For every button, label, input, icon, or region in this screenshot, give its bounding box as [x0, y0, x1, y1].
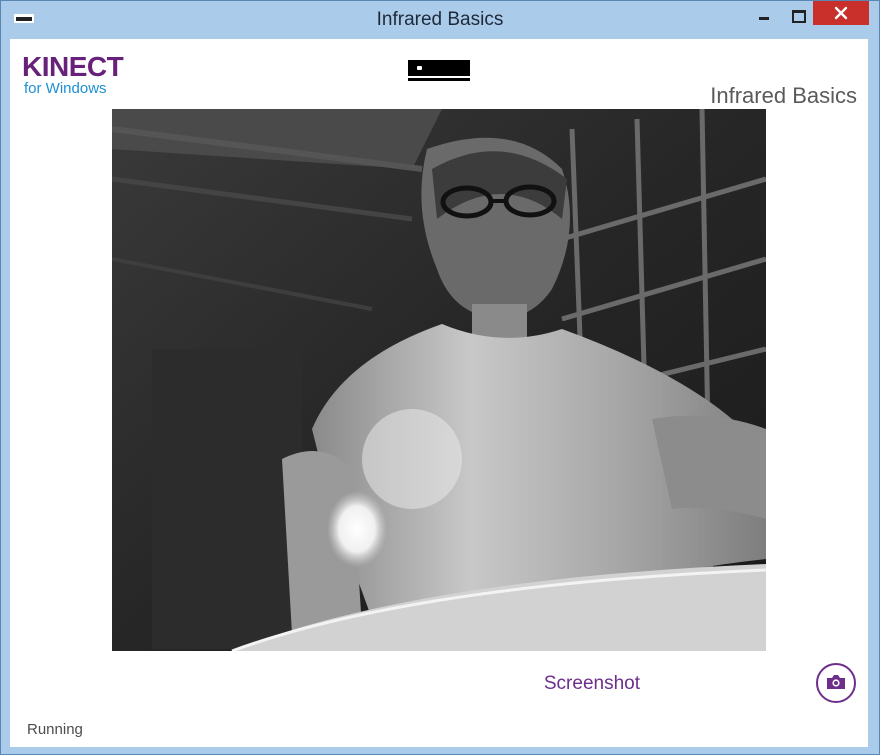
- client-area: KINECT for Windows Infrared Basics Scree…: [10, 39, 868, 747]
- page-title: Infrared Basics: [710, 83, 857, 108]
- logo-wordmark: KINECT: [22, 51, 124, 82]
- title-bar[interactable]: Infrared Basics: [1, 1, 879, 39]
- maximize-button[interactable]: [784, 5, 812, 27]
- kinect-sensor-icon: [408, 60, 470, 82]
- app-window: Infrared Basics KINECT for Windows Infra…: [0, 0, 880, 755]
- close-button[interactable]: [813, 1, 869, 25]
- camera-icon: [827, 675, 845, 689]
- kinect-logo: KINECT for Windows: [22, 51, 124, 97]
- close-icon: [834, 6, 848, 20]
- infrared-image: [112, 109, 766, 651]
- screenshot-label: Screenshot: [543, 673, 640, 694]
- status-text: Running: [27, 721, 83, 738]
- window-title: Infrared Basics: [376, 9, 504, 30]
- screenshot-circle[interactable]: [816, 663, 856, 703]
- logo-subtitle: for Windows: [24, 80, 107, 97]
- minimize-button[interactable]: [750, 5, 778, 27]
